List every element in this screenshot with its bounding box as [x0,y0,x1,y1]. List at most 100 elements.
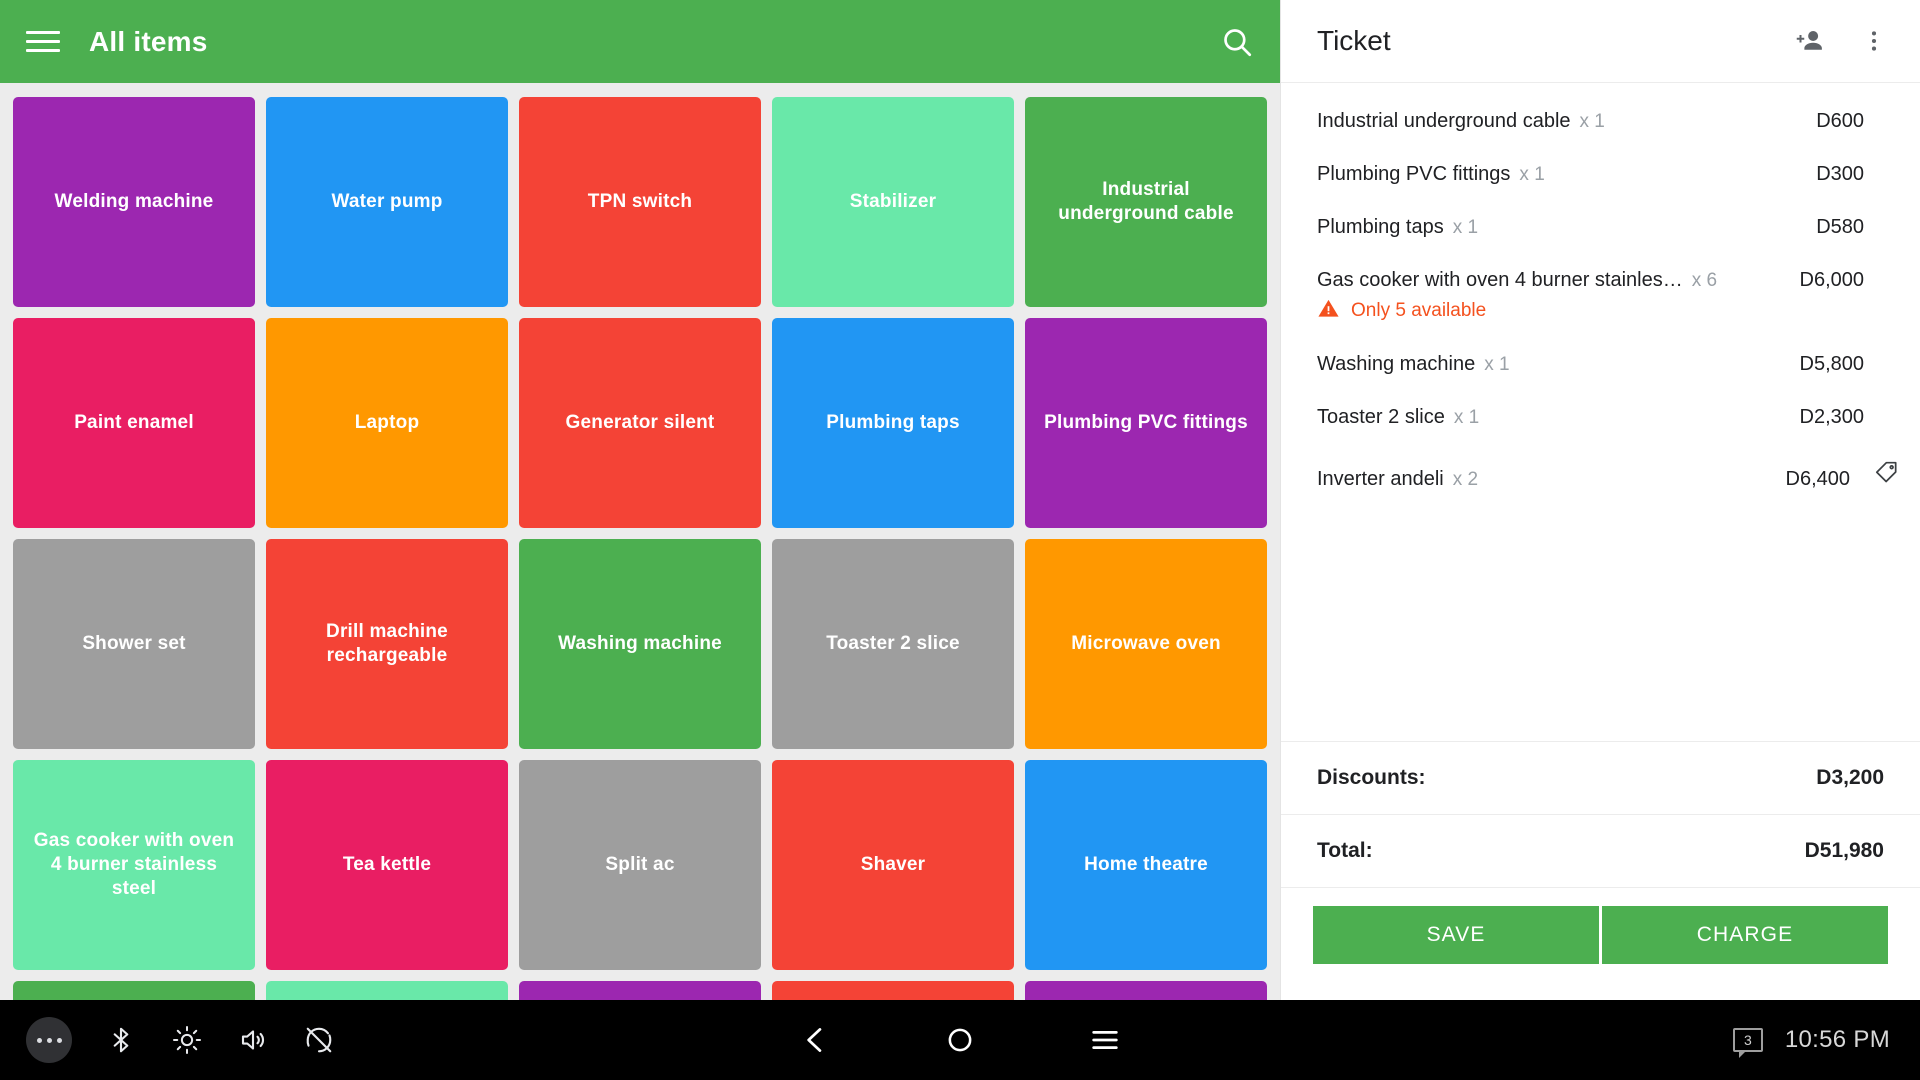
product-tile-label: Home theatre [1084,854,1208,876]
product-tile-label: Stabilizer [849,191,937,213]
product-tile[interactable]: Tea kettle [266,760,508,970]
ticket-line-name: Plumbing PVC fittings [1317,163,1511,185]
product-tile-label: Industrial underground cable [1058,179,1234,224]
rotation-lock-off-icon[interactable] [302,1023,336,1057]
product-tile[interactable] [13,981,255,1000]
ticket-line-item[interactable]: Gas cooker with oven 4 burner stainles… x… [1281,254,1920,307]
product-tile-label: Shower set [82,633,186,655]
product-tile[interactable]: Microwave oven [1025,539,1267,749]
product-tile[interactable]: Shaver [772,760,1014,970]
ticket-line-price: D6,400 [1785,468,1851,490]
product-tile[interactable]: Gas cooker with oven 4 burner stainless … [13,760,255,970]
ticket-line-quantity: x 1 [1484,354,1510,375]
product-tile-label: Toaster 2 slice [826,633,960,655]
ticket-line-item[interactable]: Washing machine x 1 D5,800 [1281,338,1920,391]
ticket-line-price: D2,300 [1799,406,1865,428]
system-navigation-bar: 3 10:56 PM [0,1000,1920,1080]
ticket-total-label: Discounts: [1317,766,1426,789]
ticket-total-row[interactable]: Total: D51,980 [1281,814,1920,887]
ticket-line-item[interactable]: Plumbing taps x 1 D580 [1281,201,1920,254]
ticket-line-name: Gas cooker with oven 4 burner stainles… [1317,269,1683,291]
notification-badge[interactable]: 3 [1732,1028,1763,1058]
product-tile-grid: Welding machine Water pump TPN switch Stabi… [0,83,1280,1000]
product-tile-label: Gas cooker with oven 4 burner stainless … [33,830,235,899]
tag-icon[interactable] [1868,459,1900,485]
ticket-line-name: Inverter andeli [1317,468,1444,490]
product-tile-label: Washing machine [558,633,722,655]
product-tile[interactable]: Home theatre [1025,760,1267,970]
product-tile[interactable]: Generator silent [519,318,761,528]
ticket-line-quantity: x 1 [1579,111,1605,132]
product-tile[interactable]: TPN switch [519,97,761,307]
ticket-total-label: Total: [1317,839,1373,862]
product-tile-label: Laptop [354,412,420,434]
search-icon[interactable] [1220,25,1254,59]
product-tile[interactable]: Plumbing taps [772,318,1014,528]
product-tile[interactable]: Stabilizer [772,97,1014,307]
product-tile-label: TPN switch [587,191,693,213]
product-tile-label: Microwave oven [1071,633,1221,655]
product-tile[interactable]: Shower set [13,539,255,749]
product-tile[interactable] [519,981,761,1000]
ticket-line-quantity: x 1 [1453,407,1480,428]
ticket-line-item[interactable]: Inverter andeli x 2 D6,400 [1281,444,1920,506]
product-tile[interactable]: Toaster 2 slice [772,539,1014,749]
ticket-line-item[interactable]: Industrial underground cable x 1 D600 [1281,95,1920,148]
person-add-icon[interactable] [1790,21,1830,61]
volume-icon[interactable] [236,1023,270,1057]
ticket-total-value: D51,980 [1804,839,1884,862]
notification-count: 3 [1743,1032,1752,1048]
product-tile[interactable]: Split ac [519,760,761,970]
main-content-area: All items Welding machine Water pump TPN s… [0,0,1920,1000]
ticket-line-price: D6,000 [1799,269,1865,291]
ticket-pane: Ticket Industrial underground cable x 1 … [1280,0,1920,1000]
recents-icon[interactable] [1080,1015,1130,1065]
product-tile[interactable] [266,981,508,1000]
save-button[interactable]: SAVE [1313,906,1599,964]
back-icon[interactable] [790,1015,840,1065]
ticket-header: Ticket [1281,0,1920,83]
ticket-action-bar: SAVE CHARGE [1281,887,1920,1000]
ticket-line-price: D600 [1816,110,1864,132]
product-tile[interactable]: Laptop [266,318,508,528]
product-tile[interactable]: Plumbing PVC fittings [1025,318,1267,528]
ticket-line-price: D300 [1816,163,1864,185]
brightness-icon[interactable] [170,1023,204,1057]
ticket-line-quantity: x 1 [1519,164,1545,185]
charge-button[interactable]: CHARGE [1602,906,1888,964]
ticket-line-quantity: x 6 [1691,270,1718,291]
product-tile[interactable] [772,981,1014,1000]
more-dots-icon[interactable] [26,1017,72,1063]
hamburger-menu-icon[interactable] [26,25,60,59]
page-title: All items [89,25,208,57]
ticket-line-quantity: x 1 [1452,217,1479,238]
pos-screen: All items Welding machine Water pump TPN s… [0,0,1920,1080]
product-tile-label: Plumbing PVC fittings [1044,412,1248,434]
product-tile[interactable]: Industrial underground cable [1025,97,1267,307]
ticket-title: Ticket [1317,25,1391,56]
ticket-totals: Discounts: D3,200 Total: D51,980 [1281,741,1920,887]
bluetooth-icon[interactable] [104,1023,138,1057]
home-icon[interactable] [935,1015,985,1065]
product-tile[interactable]: Washing machine [519,539,761,749]
product-tile[interactable]: Water pump [266,97,508,307]
ticket-line-name: Toaster 2 slice [1317,406,1445,428]
product-tile[interactable]: Paint enamel [13,318,255,528]
ticket-line-price: D580 [1816,216,1864,238]
product-tile-label: Tea kettle [342,854,432,876]
product-tile[interactable]: Welding machine [13,97,255,307]
product-tile-label: Paint enamel [74,412,194,434]
more-vertical-icon[interactable] [1854,21,1894,61]
system-nav-buttons [790,1015,1130,1065]
system-status-icons [0,1017,336,1063]
ticket-line-name: Industrial underground cable [1317,110,1571,132]
ticket-total-row[interactable]: Discounts: D3,200 [1281,741,1920,814]
product-tile[interactable]: Drill machine rechargeable [266,539,508,749]
product-tile-label: Shaver [860,854,926,876]
ticket-line-quantity: x 2 [1452,469,1479,490]
items-pane: All items Welding machine Water pump TPN s… [0,0,1280,1000]
ticket-line-list: Industrial underground cable x 1 D600 Plumb… [1281,83,1920,741]
ticket-line-item[interactable]: Toaster 2 slice x 1 D2,300 [1281,391,1920,444]
ticket-line-item[interactable]: Plumbing PVC fittings x 1 D300 [1281,148,1920,201]
product-tile[interactable] [1025,981,1267,1000]
